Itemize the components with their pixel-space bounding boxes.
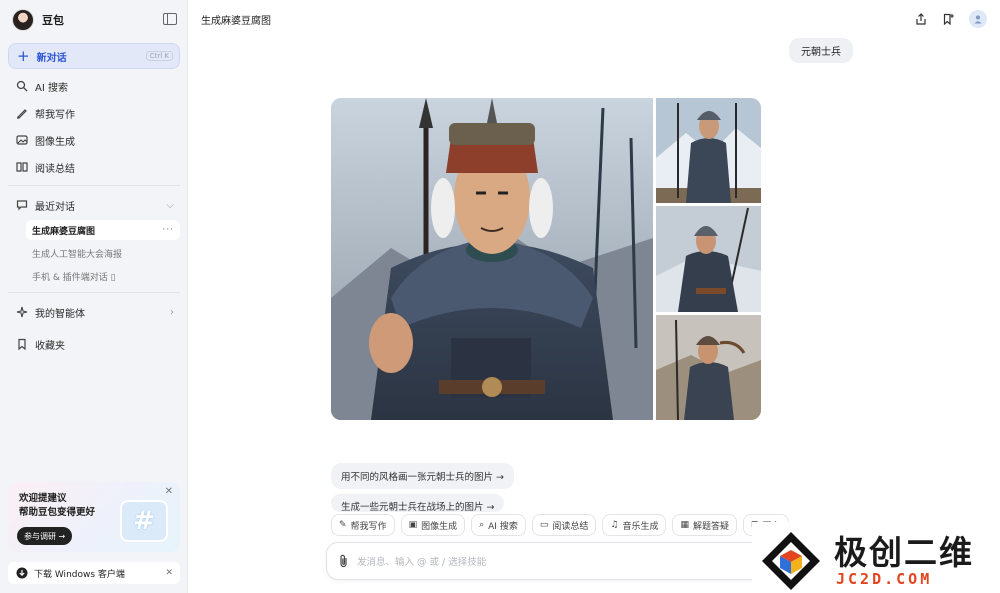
shortcut-badge: Ctrl K <box>145 51 173 61</box>
survey-button-label: 参与调研 → <box>24 531 66 541</box>
suggested-prompt[interactable]: 用不同的风格画一张元朝士兵的图片 → <box>331 463 514 489</box>
sidebar-item-reading[interactable]: 阅读总结 <box>8 155 180 179</box>
paperclip-icon[interactable] <box>337 554 351 568</box>
close-icon[interactable]: ✕ <box>165 486 173 497</box>
user-message-text: 元朝士兵 <box>801 47 841 58</box>
bookmark-icon <box>16 338 28 350</box>
generated-image[interactable] <box>656 206 761 312</box>
sidebar-item-writing[interactable]: 帮我写作 <box>8 101 180 125</box>
recent-section-label: 最近对话 <box>35 201 75 213</box>
download-label: 下载 Windows 客户端 <box>34 569 125 580</box>
sidebar: 豆包 + 新对话 Ctrl K AI 搜索 帮我写作 图像生成 阅读总结 最近对… <box>0 0 188 593</box>
divider <box>8 185 180 186</box>
tool-label: 音乐生成 <box>622 521 659 532</box>
promo-line: 欢迎提建议 <box>19 493 67 504</box>
plus-icon: + <box>17 46 30 65</box>
new-chat-button[interactable]: + 新对话 Ctrl K <box>8 43 180 69</box>
sidebar-toggle-icon[interactable] <box>163 13 177 25</box>
recent-chat-item[interactable]: 手机 & 插件端对话 ▯ <box>26 266 180 286</box>
suggested-prompt-text: 用不同的风格画一张元朝士兵的图片 → <box>341 472 504 483</box>
new-chat-label: 新对话 <box>36 52 67 64</box>
watermark: 极创二维 JC2D.COM <box>752 522 1000 593</box>
page-title: 生成麻婆豆腐图 <box>201 16 271 27</box>
image-icon <box>16 134 28 146</box>
tool-reading-button[interactable]: ▭ 阅读总结 <box>531 514 597 536</box>
sidebar-item-label: 帮我写作 <box>35 109 75 121</box>
generated-image[interactable] <box>656 98 761 203</box>
recent-chat-title: 手机 & 插件端对话 ▯ <box>32 272 116 283</box>
download-icon <box>16 567 28 579</box>
book-icon: ▭ <box>539 520 549 530</box>
sparkle-icon <box>16 306 28 318</box>
tool-label: AI 搜索 <box>488 521 518 532</box>
tool-label: 阅读总结 <box>552 521 589 532</box>
sidebar-item-label: 收藏夹 <box>35 340 65 352</box>
survey-button[interactable]: 参与调研 → <box>17 527 73 545</box>
book-icon <box>16 161 28 173</box>
user-avatar[interactable] <box>969 10 987 28</box>
sidebar-item-image-gen[interactable]: 图像生成 <box>8 128 180 152</box>
promo-line: 帮助豆包变得更好 <box>19 507 96 518</box>
tool-ai-search-button[interactable]: ⌕ AI 搜索 <box>471 514 526 536</box>
sidebar-item-ai-search[interactable]: AI 搜索 <box>8 74 180 98</box>
pen-icon: ✎ <box>339 520 347 530</box>
recent-chat-item[interactable]: 生成麻婆豆腐图 ··· <box>26 220 180 240</box>
promo-title: 欢迎提建议 帮助豆包变得更好 <box>19 492 95 520</box>
chat-bubble-icon <box>16 199 28 211</box>
tool-image-gen-button[interactable]: ▣ 图像生成 <box>400 514 466 536</box>
skill-toolbar: ✎帮我写作 ▣图像生成 ⌕AI 搜索 ▭阅读总结 ♫音乐生成 ▦解题答疑 ⊞更多 <box>331 514 789 536</box>
sidebar-item-agents[interactable]: 我的智能体 › <box>8 300 180 324</box>
brand[interactable]: 豆包 <box>12 9 64 31</box>
message-composer <box>326 542 788 580</box>
tool-writing-button[interactable]: ✎ 帮我写作 <box>331 514 395 536</box>
calculator-icon: ▦ <box>680 520 689 530</box>
brand-name: 豆包 <box>42 14 64 27</box>
generated-image[interactable] <box>656 315 761 420</box>
search-icon: ⌕ <box>479 520 485 530</box>
sidebar-item-label: AI 搜索 <box>35 82 68 94</box>
tool-music-button[interactable]: ♫ 音乐生成 <box>602 514 667 536</box>
message-input[interactable] <box>357 551 777 573</box>
sidebar-item-favorites[interactable]: 收藏夹 <box>8 332 180 356</box>
divider <box>8 292 180 293</box>
bookmark-add-icon[interactable] <box>941 12 955 26</box>
suggested-prompt-text: 生成一些元朝士兵在战场上的图片 → <box>341 502 495 512</box>
tool-label: 图像生成 <box>421 521 458 532</box>
share-icon[interactable] <box>914 12 928 26</box>
watermark-subtitle: JC2D.COM <box>836 570 933 588</box>
brand-avatar <box>12 9 34 31</box>
sidebar-item-label: 我的智能体 <box>35 308 85 320</box>
close-icon[interactable]: ✕ <box>165 568 173 578</box>
recent-section-header[interactable]: 最近对话 ⌵ <box>8 193 180 217</box>
generated-image-grid <box>331 98 761 420</box>
tool-label: 解题答疑 <box>692 521 729 532</box>
more-options-icon[interactable]: ··· <box>162 225 174 235</box>
sidebar-item-label: 图像生成 <box>35 136 75 148</box>
sidebar-item-label: 阅读总结 <box>35 163 75 175</box>
hashtag-icon: # <box>120 500 168 542</box>
watermark-title: 极创二维 <box>834 533 974 572</box>
recent-chat-title: 生成人工智能大会海报 <box>32 249 123 260</box>
feedback-promo-card: 欢迎提建议 帮助豆包变得更好 参与调研 → ✕ # <box>8 482 180 552</box>
user-message-bubble: 元朝士兵 <box>789 38 853 63</box>
download-client-bar[interactable]: 下载 Windows 客户端 ✕ <box>8 562 180 584</box>
chevron-down-icon: ⌵ <box>166 199 174 211</box>
watermark-logo-icon <box>762 532 820 590</box>
music-icon: ♫ <box>610 520 619 530</box>
recent-chat-item[interactable]: 生成人工智能大会海报 <box>26 243 180 263</box>
tool-solve-button[interactable]: ▦ 解题答疑 <box>672 514 737 536</box>
suggested-prompt[interactable]: 生成一些元朝士兵在战场上的图片 → <box>331 494 505 512</box>
tool-label: 帮我写作 <box>350 521 387 532</box>
image-icon: ▣ <box>408 520 418 530</box>
recent-chat-title: 生成麻婆豆腐图 <box>32 226 96 237</box>
ai-search-icon <box>16 80 28 92</box>
pen-icon <box>16 107 28 119</box>
generated-image[interactable] <box>331 98 653 420</box>
chevron-right-icon: › <box>170 306 174 318</box>
